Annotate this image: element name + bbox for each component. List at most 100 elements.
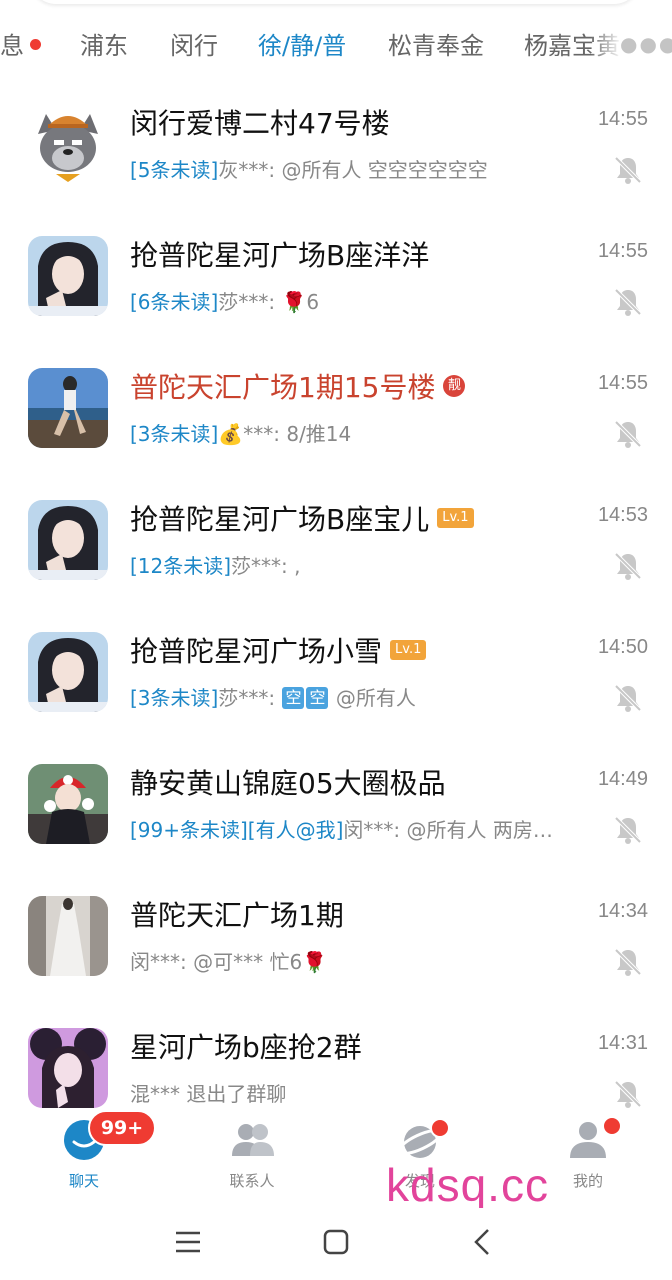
chat-title-text: 抢普陀星河广场小雪	[130, 635, 383, 668]
sender: 💰***:	[218, 422, 287, 446]
sender: 莎***:	[218, 290, 282, 314]
chat-preview: 混*** 退出了群聊	[130, 1078, 286, 1110]
chat-title: 普陀天汇广场1期	[130, 899, 344, 932]
menu-icon[interactable]	[168, 1222, 208, 1262]
chat-title-text: 普陀天汇广场1期15号楼	[130, 371, 436, 404]
chat-row[interactable]: 抢普陀星河广场B座洋洋 [6条未读]莎***: 🌹6 14:55	[0, 218, 672, 350]
chat-row[interactable]: 抢普陀星河广场B座宝儿 Lv.1 [12条未读]莎***: , 14:53	[0, 482, 672, 614]
chat-row[interactable]: 静安黄山锦庭05大圈极品 [99+条未读][有人@我]闵***: @所有人 两房…	[0, 746, 672, 878]
girl-avatar	[28, 632, 108, 712]
group-tabs: 息 浦东 闵行 徐/静/普 松青奉金 杨嘉宝黄	[0, 22, 672, 70]
level-badge: Lv.1	[390, 640, 427, 660]
sender: 闵***:	[130, 950, 194, 974]
girl-avatar	[28, 236, 108, 316]
message-text: 🌹6	[281, 290, 320, 314]
sender: 灰***:	[218, 158, 282, 182]
unread-count: [3条未读]	[130, 686, 219, 710]
chat-title: 抢普陀星河广场B座洋洋	[130, 239, 430, 272]
home-icon[interactable]	[316, 1222, 356, 1262]
more-dots-icon[interactable]: ●●●	[620, 22, 672, 70]
liang-badge: 靓	[443, 375, 466, 397]
chat-preview: [12条未读]莎***: ,	[130, 550, 301, 582]
mario-hat-avatar	[28, 764, 108, 844]
chat-time: 14:55	[597, 108, 648, 130]
unread-count: [5条未读]	[130, 158, 219, 182]
notification-dot	[430, 1118, 450, 1138]
nav-chat[interactable]: 99+ 聊天	[24, 1108, 156, 1196]
watermark: kdsq.cc	[386, 1159, 549, 1211]
mute-bell-icon	[614, 156, 642, 184]
chat-title: 静安黄山锦庭05大圈极品	[130, 767, 446, 800]
tab-xu-jing-pu[interactable]: 徐/静/普	[258, 22, 346, 70]
dress-avatar	[28, 896, 108, 976]
level-badge: Lv.1	[437, 508, 474, 528]
sender: 莎***:	[231, 554, 295, 578]
chat-preview: [3条未读]莎***: 空空 @所有人	[130, 682, 416, 714]
message-text: @可*** 忙6🌹	[193, 950, 328, 974]
contacts-icon	[232, 1124, 274, 1156]
tab-label: 徐/静/普	[258, 32, 347, 60]
tab-minhang[interactable]: 闵行	[170, 22, 218, 70]
mute-bell-icon	[614, 1080, 642, 1108]
chat-row[interactable]: 闵行爱博二村47号楼 [5条未读]灰***: @所有人 空空空空空空 14:55	[0, 86, 672, 218]
message-text: 退出了群聊	[186, 1082, 287, 1106]
message-text: @所有人	[335, 686, 416, 710]
chat-preview: [3条未读]💰***: 8/推14	[130, 418, 351, 450]
tag-square: 空	[306, 686, 329, 709]
tab-label: 松青奉金	[388, 32, 484, 60]
chat-row[interactable]: 普陀天汇广场1期15号楼靓 [3条未读]💰***: 8/推14 14:55	[0, 350, 672, 482]
message-text: @所有人 空空空空空空	[281, 158, 488, 182]
chat-preview: [6条未读]莎***: 🌹6	[130, 286, 319, 318]
bottom-nav: 99+ 聊天 联系人 发现 我的	[0, 1108, 672, 1196]
seaside-avatar	[28, 368, 108, 448]
tab-messages[interactable]: 息	[0, 22, 41, 70]
chat-title-text: 抢普陀星河广场B座宝儿	[130, 503, 430, 536]
tab-pudong[interactable]: 浦东	[80, 22, 128, 70]
chat-time: 14:34	[597, 900, 648, 922]
message-text: ,	[294, 554, 301, 578]
notification-dot	[602, 1116, 622, 1136]
unread-dot	[30, 38, 41, 50]
chat-title: 闵行爱博二村47号楼	[130, 107, 390, 140]
chat-row[interactable]: 抢普陀星河广场小雪 Lv.1 [3条未读]莎***: 空空 @所有人 14:50	[0, 614, 672, 746]
sender: 闵***:	[343, 818, 407, 842]
mute-bell-icon	[614, 552, 642, 580]
chat-preview: [99+条未读][有人@我]闵***: @所有人 两房…	[130, 814, 553, 846]
chat-title: 抢普陀星河广场小雪 Lv.1	[130, 632, 427, 672]
nav-contacts[interactable]: 联系人	[192, 1108, 312, 1196]
chat-time: 14:49	[597, 768, 648, 790]
chat-title: 星河广场b座抢2群	[130, 1031, 362, 1064]
unread-count: [3条未读]	[130, 422, 219, 446]
mute-bell-icon	[614, 684, 642, 712]
message-text: 8/推14	[286, 422, 352, 446]
chat-preview: 闵***: @可*** 忙6🌹	[130, 946, 327, 978]
sender: 莎***:	[218, 686, 282, 710]
tab-song-qing-feng-jin[interactable]: 松青奉金	[388, 22, 484, 70]
mute-bell-icon	[614, 816, 642, 844]
girl-avatar	[28, 500, 108, 580]
tab-label: 浦东	[80, 32, 128, 60]
chat-time: 14:53	[597, 504, 648, 526]
tab-label: 闵行	[170, 32, 218, 60]
mute-bell-icon	[614, 420, 642, 448]
tab-fade	[590, 22, 622, 70]
unread-count: [12条未读]	[130, 554, 232, 578]
chat-title: 普陀天汇广场1期15号楼靓	[130, 368, 466, 408]
unread-badge: 99+	[88, 1110, 156, 1146]
system-nav-bar	[0, 1208, 672, 1280]
nav-label: 聊天	[68, 1172, 99, 1190]
mute-bell-icon	[614, 948, 642, 976]
chat-time: 14:55	[597, 372, 648, 394]
purple-portrait-avatar	[28, 1028, 108, 1108]
chat-row[interactable]: 普陀天汇广场1期 闵***: @可*** 忙6🌹 14:34	[0, 878, 672, 1010]
message-text: @所有人 两房…	[406, 818, 553, 842]
search-bar-edge[interactable]	[30, 0, 640, 4]
tab-label: 息	[0, 32, 24, 60]
chat-preview: [5条未读]灰***: @所有人 空空空空空空	[130, 154, 488, 186]
unread-count: [99+条未读][有人@我]	[130, 818, 344, 842]
nav-label: 联系人	[229, 1172, 275, 1190]
back-icon[interactable]	[462, 1222, 502, 1262]
unread-count: [6条未读]	[130, 290, 219, 314]
sender: 混***	[130, 1082, 187, 1106]
wolf-avatar	[28, 104, 108, 184]
